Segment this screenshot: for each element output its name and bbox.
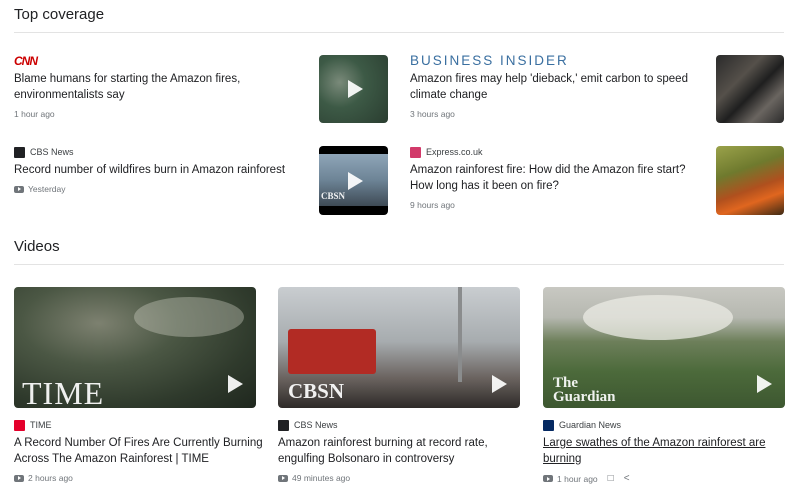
time-favicon	[14, 419, 25, 431]
section-divider	[14, 264, 784, 265]
source-row: BUSINESS INSIDER	[410, 52, 695, 68]
play-icon	[228, 375, 243, 393]
story-meta: 3 hours ago	[410, 109, 695, 119]
fire-truck-shape	[288, 329, 376, 374]
story-thumbnail-video[interactable]	[319, 55, 388, 123]
story-meta: 9 hours ago	[410, 200, 700, 210]
cnn-logo: CNN	[14, 54, 38, 68]
story-thumbnail-video[interactable]: CBSN	[319, 146, 388, 215]
story-thumbnail[interactable]	[716, 146, 784, 215]
video-thumbnail-time[interactable]: TIME	[14, 287, 256, 408]
story-card-cbs-news[interactable]: CBS News Record number of wildfires burn…	[14, 145, 304, 194]
section-divider	[14, 32, 784, 33]
source-row: Guardian News	[543, 418, 788, 432]
story-meta: 1 hour ago	[14, 109, 294, 119]
video-meta: 1 hour ago □ <	[543, 473, 788, 484]
video-headline[interactable]: Large swathes of the Amazon rainforest a…	[543, 435, 788, 467]
story-thumbnail[interactable]	[716, 55, 784, 123]
video-headline[interactable]: A Record Number Of Fires Are Currently B…	[14, 435, 264, 467]
play-icon	[757, 375, 772, 393]
play-icon	[492, 375, 507, 393]
video-time: 2 hours ago	[28, 473, 73, 483]
time-watermark: TIME	[22, 375, 105, 408]
cbsn-watermark: CBSN	[288, 379, 345, 403]
section-title-top-coverage: Top coverage	[14, 6, 105, 23]
video-meta: 49 minutes ago	[278, 473, 528, 483]
video-meta: 2 hours ago	[14, 473, 264, 483]
source-name: Express.co.uk	[426, 147, 483, 157]
source-name: CBS News	[30, 147, 74, 157]
guardian-watermark: The Guardian	[553, 375, 616, 405]
story-time: 9 hours ago	[410, 200, 455, 210]
story-time: 1 hour ago	[14, 109, 55, 119]
source-name: CBS News	[294, 420, 338, 430]
story-headline[interactable]: Amazon fires may help 'dieback,' emit ca…	[410, 71, 695, 103]
source-row: CNN	[14, 54, 294, 68]
story-headline[interactable]: Blame humans for starting the Amazon fir…	[14, 71, 294, 103]
cbs-news-favicon	[278, 419, 289, 431]
source-row: CBS News	[14, 145, 304, 159]
source-row: Express.co.uk	[410, 145, 700, 159]
express-favicon	[410, 146, 421, 158]
source-row: CBS News	[278, 418, 528, 432]
source-name: TIME	[30, 420, 52, 430]
video-time: 49 minutes ago	[292, 473, 351, 483]
cbs-news-favicon	[14, 146, 25, 158]
video-headline[interactable]: Amazon rainforest burning at record rate…	[278, 435, 528, 467]
video-icon	[14, 474, 24, 482]
play-icon	[348, 172, 363, 190]
video-thumbnail-guardian[interactable]: The Guardian	[543, 287, 785, 408]
bookmark-icon[interactable]: □	[608, 473, 614, 484]
video-time: 1 hour ago	[557, 473, 598, 484]
cbsn-watermark: CBSN	[321, 191, 346, 201]
story-card-express[interactable]: Express.co.uk Amazon rainforest fire: Ho…	[410, 145, 700, 210]
story-headline[interactable]: Amazon rainforest fire: How did the Amaz…	[410, 162, 700, 194]
story-card-cnn[interactable]: CNN Blame humans for starting the Amazon…	[14, 54, 294, 119]
story-card-business-insider[interactable]: BUSINESS INSIDER Amazon fires may help '…	[410, 52, 695, 120]
story-meta: Yesterday	[14, 184, 304, 194]
play-icon	[348, 80, 363, 98]
share-icon[interactable]: <	[624, 473, 630, 484]
video-card-time[interactable]: TIME A Record Number Of Fires Are Curren…	[14, 418, 264, 483]
video-icon	[14, 185, 24, 193]
story-headline[interactable]: Record number of wildfires burn in Amazo…	[14, 162, 304, 178]
business-insider-logo: BUSINESS INSIDER	[410, 52, 569, 68]
source-row: TIME	[14, 418, 264, 432]
video-icon	[543, 475, 553, 482]
story-time: 3 hours ago	[410, 109, 455, 119]
smoke-cloud	[583, 295, 733, 340]
story-time: Yesterday	[28, 184, 66, 194]
video-card-guardian[interactable]: Guardian News Large swathes of the Amazo…	[543, 418, 788, 484]
video-thumbnail-cbs[interactable]: CBSN	[278, 287, 520, 408]
guardian-favicon	[543, 419, 554, 431]
source-name: Guardian News	[559, 420, 622, 430]
video-card-cbs-news[interactable]: CBS News Amazon rainforest burning at re…	[278, 418, 528, 483]
video-icon	[278, 474, 288, 482]
section-title-videos: Videos	[14, 238, 60, 255]
